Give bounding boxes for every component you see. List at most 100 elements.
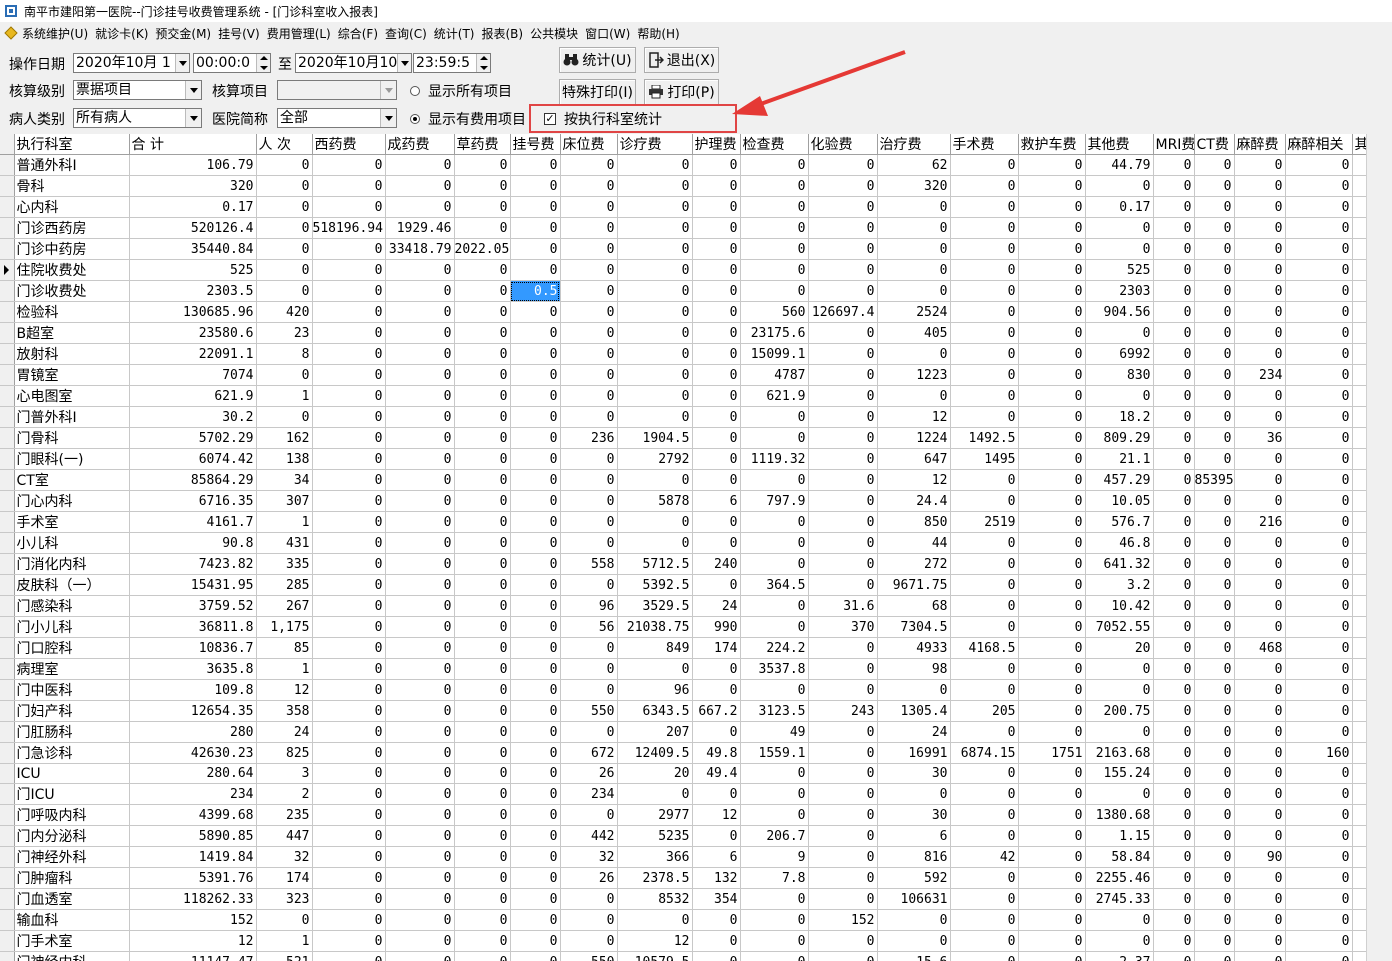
value-cell[interactable]: 0 [454, 783, 511, 805]
stat-button[interactable]: 统计(U) [559, 47, 636, 73]
value-cell[interactable]: 0 [808, 742, 878, 764]
value-cell[interactable]: 200.75 [1085, 700, 1154, 722]
value-cell[interactable]: 0.17 [1085, 196, 1154, 218]
value-cell[interactable]: 0 [1153, 700, 1195, 722]
value-cell[interactable]: 0 [454, 553, 511, 575]
value-cell[interactable]: 0 [950, 406, 1019, 428]
table-row[interactable]: 门小儿科 36811.8 1,175 0 0 0 0 56 21038.75 990 0 370 730… [0, 616, 1392, 638]
radio-show-fee[interactable]: 显示有费用项目 [410, 109, 526, 129]
value-cell[interactable]: 0 [1194, 783, 1235, 805]
menu-item-2[interactable]: 预交金(M) [155, 25, 218, 42]
value-cell[interactable]: 46.8 [1085, 532, 1154, 554]
value-cell[interactable]: 0 [950, 280, 1019, 302]
value-cell[interactable]: 85395 [1194, 469, 1235, 491]
value-cell[interactable]: 0 [617, 406, 693, 428]
value-cell[interactable]: 0 [510, 825, 561, 847]
dept-cell[interactable]: B超室 [14, 322, 130, 344]
dept-cell[interactable]: 住院收费处 [14, 259, 130, 281]
value-cell[interactable]: 0 [454, 154, 511, 176]
value-cell[interactable]: 2255.46 [1085, 867, 1154, 889]
row-indicator[interactable] [0, 553, 15, 575]
value-cell[interactable]: 0 [1194, 511, 1235, 533]
value-cell[interactable]: 0 [1018, 616, 1086, 638]
value-cell[interactable]: 3529.5 [617, 595, 693, 617]
dept-cell[interactable]: 输血科 [14, 909, 130, 931]
value-cell[interactable]: 0 [312, 364, 386, 386]
value-cell[interactable]: 0 [256, 280, 313, 302]
value-cell[interactable]: 0 [312, 679, 386, 701]
value-cell[interactable]: 0 [1234, 385, 1286, 407]
value-cell[interactable]: 0 [1194, 301, 1235, 323]
value-cell[interactable]: 2378.5 [617, 867, 693, 889]
value-cell[interactable]: 0 [808, 867, 878, 889]
value-cell[interactable]: 12 [256, 679, 313, 701]
value-cell[interactable]: 0 [256, 154, 313, 176]
value-cell[interactable]: 0 [692, 679, 741, 701]
value-cell[interactable]: 442 [560, 825, 618, 847]
value-cell[interactable]: 0 [312, 637, 386, 659]
table-row[interactable]: 门口腔科 10836.7 85 0 0 0 0 0 849 174 224.2 0 4933 4168.5… [0, 637, 1392, 659]
table-row[interactable]: 门急诊科 42630.23 825 0 0 0 0 672 12409.5 49.8 1559.1 0… [0, 742, 1392, 764]
value-cell[interactable]: 0 [560, 637, 618, 659]
table-row[interactable]: 门感染科 3759.52 267 0 0 0 0 96 3529.5 24 0 31.6 68 0 0 10.… [0, 595, 1392, 617]
value-cell[interactable]: 68 [877, 595, 951, 617]
value-cell[interactable]: 0 [950, 553, 1019, 575]
value-cell[interactable]: 0 [385, 553, 455, 575]
value-cell[interactable]: 0 [950, 154, 1019, 176]
value-cell[interactable]: 447 [256, 825, 313, 847]
table-row[interactable]: 门诊收费处2303.500000.500000000230300000 [0, 280, 1392, 302]
value-cell[interactable]: 0 [808, 196, 878, 218]
value-cell[interactable]: 0 [1285, 783, 1353, 805]
dept-cell[interactable]: 门神经外科 [14, 846, 130, 868]
value-cell[interactable]: 44 [877, 532, 951, 554]
value-cell[interactable]: 0 [1018, 448, 1086, 470]
value-cell[interactable]: 0 [1285, 301, 1353, 323]
value-cell[interactable]: 0 [510, 553, 561, 575]
value-cell[interactable]: 0 [740, 154, 809, 176]
row-indicator[interactable] [0, 406, 15, 428]
value-cell[interactable]: 234 [1234, 364, 1286, 386]
value-cell[interactable]: 0 [1194, 742, 1235, 764]
value-cell[interactable]: 0 [1234, 574, 1286, 596]
value-cell[interactable]: 0 [692, 511, 741, 533]
value-cell[interactable]: 0 [1285, 175, 1353, 197]
value-cell[interactable]: 0 [312, 783, 386, 805]
value-cell[interactable]: 0 [1194, 721, 1235, 743]
value-cell[interactable]: 2977 [617, 804, 693, 826]
dept-cell[interactable]: 心电图室 [14, 385, 130, 407]
value-cell[interactable]: 0 [1153, 406, 1195, 428]
table-row[interactable]: 门诊西药房 520126.4 0 518196.94 1929.46 0 0 0 0 0 0 0 0 0 0… [0, 217, 1392, 239]
value-cell[interactable]: 0 [692, 448, 741, 470]
value-cell[interactable]: 1492.5 [950, 427, 1019, 449]
value-cell[interactable]: 285 [256, 574, 313, 596]
value-cell[interactable]: 0 [1234, 238, 1286, 260]
value-cell[interactable]: 0 [1153, 846, 1195, 868]
value-cell[interactable]: 0 [877, 909, 951, 931]
value-cell[interactable]: 0 [808, 574, 878, 596]
value-cell[interactable]: 0 [385, 867, 455, 889]
value-cell[interactable]: 0 [1234, 721, 1286, 743]
value-cell[interactable]: 0 [1018, 867, 1086, 889]
value-cell[interactable]: 0 [1153, 783, 1195, 805]
table-row[interactable]: 门诊中药房 35440.84 0 0 33418.79 2022.05 0 0 0 0 0 0 0 0 0 0… [0, 238, 1392, 260]
value-cell[interactable]: 12 [692, 804, 741, 826]
value-cell[interactable]: 0 [1285, 448, 1353, 470]
table-row[interactable]: 普通外科Ⅰ106.790000000000620044.7900000 [0, 154, 1392, 176]
table-row[interactable]: 门神经外科 1419.84 32 0 0 0 0 32 366 6 9 0 816 42 0 58.84 0 0 9… [0, 846, 1392, 868]
value-cell[interactable]: 0 [692, 259, 741, 281]
value-cell[interactable]: 0 [385, 385, 455, 407]
value-cell[interactable]: 30 [877, 763, 951, 784]
value-cell[interactable]: 0 [1153, 364, 1195, 386]
value-cell[interactable]: 0 [877, 196, 951, 218]
value-cell[interactable]: 0 [385, 951, 455, 961]
value-cell[interactable]: 0 [1285, 867, 1353, 889]
value-cell[interactable]: 0 [617, 301, 693, 323]
value-cell[interactable]: 0 [1285, 574, 1353, 596]
value-cell[interactable]: 2 [256, 783, 313, 805]
table-row[interactable]: 门内分泌科 5890.85 447 0 0 0 0 442 5235 0 206.7 0 6 0 0 1.15… [0, 825, 1392, 847]
value-cell[interactable]: 0 [385, 280, 455, 302]
value-cell[interactable]: 0 [1018, 532, 1086, 554]
value-cell[interactable]: 0 [950, 930, 1019, 952]
value-cell[interactable]: 0 [510, 532, 561, 554]
value-cell[interactable]: 15099.1 [740, 343, 809, 365]
